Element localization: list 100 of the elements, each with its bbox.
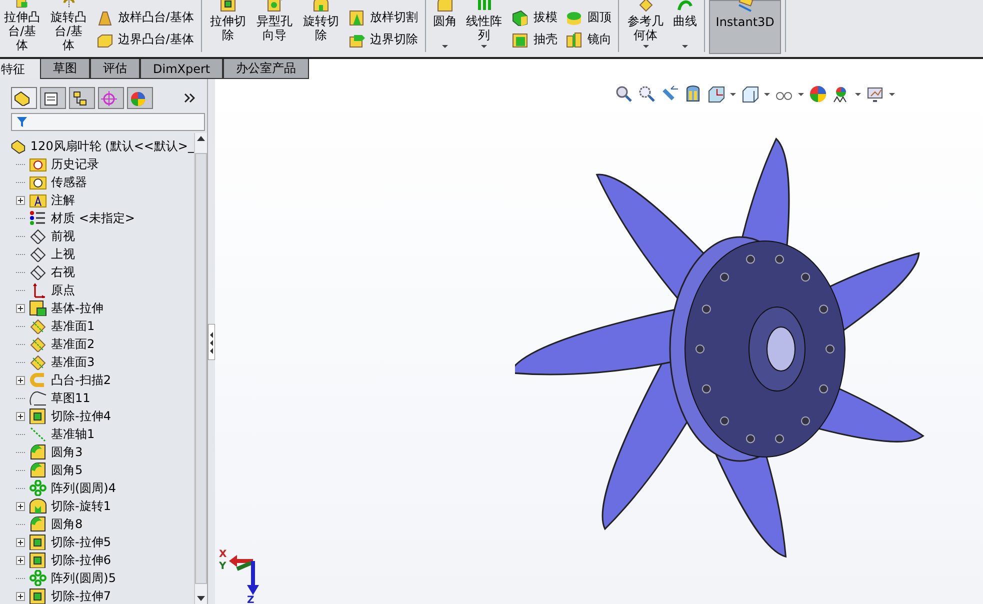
cut-icon [348, 10, 366, 26]
arrow-icon[interactable] [661, 85, 679, 103]
tab[interactable]: 办公室产品 [223, 59, 310, 79]
ribbon-button[interactable]: 抽壳 [511, 31, 558, 48]
down-arrow-icon[interactable] [197, 596, 205, 601]
folder-gauge-icon [29, 174, 47, 190]
tree-item[interactable]: 传感器 [51, 174, 87, 190]
expand-icon[interactable] [16, 412, 25, 420]
tree-item[interactable]: 切除-拉伸4 [51, 408, 111, 424]
expand-icon[interactable] [16, 196, 25, 204]
fillet-icon [29, 462, 47, 478]
expand-icon[interactable] [16, 376, 25, 384]
axis-label: Z [247, 595, 254, 604]
tree-item[interactable]: 基准面3 [51, 354, 95, 370]
cut-icon [29, 552, 47, 568]
ribbon-button[interactable]: 旋转凸台/基体 [46, 0, 91, 52]
tree-item[interactable]: 历史记录 [51, 156, 99, 172]
ribbon-button[interactable]: 拔模 [511, 9, 558, 26]
collapse-handle-icon[interactable] [208, 324, 215, 360]
tab[interactable]: 评估 [90, 59, 140, 79]
folder-clock-icon [29, 156, 47, 172]
ribbon-button[interactable]: 异型孔向导 [252, 0, 297, 52]
ribbon-button[interactable]: 圆顶 [565, 9, 612, 26]
tree-item[interactable]: 原点 [51, 282, 75, 298]
tree-item[interactable]: 圆角5 [51, 462, 83, 478]
bell-icon [96, 10, 114, 26]
caret-icon[interactable] [730, 92, 736, 96]
expand-icon[interactable] [16, 556, 25, 564]
ribbon-button[interactable]: 旋转切除 [298, 0, 343, 52]
tree-item[interactable]: 基体-拉伸 [51, 300, 104, 316]
caret-icon[interactable] [442, 45, 448, 48]
tree-item[interactable]: 上视 [51, 246, 75, 262]
block-icon [511, 10, 530, 26]
cylinder-icon[interactable] [684, 85, 702, 103]
caret-icon[interactable] [481, 45, 488, 48]
tree-item[interactable]: 切除-拉伸5 [51, 534, 111, 550]
cube-icon[interactable] [741, 85, 759, 103]
ribbon-button[interactable]: 参考几何体 [623, 0, 668, 52]
ribbon-button[interactable]: 拉伸凸台/基体 [0, 0, 44, 52]
ribbon-button[interactable]: 放样切割 [348, 9, 418, 26]
tree-item[interactable]: 基准面1 [51, 318, 95, 334]
ribbon-button[interactable]: Instant3D [708, 0, 782, 54]
plane-icon [29, 318, 47, 334]
tree-item[interactable]: 注解 [51, 192, 75, 208]
tree-item[interactable]: 120风扇叶轮 (默认<<默认>_ [30, 138, 194, 154]
ribbon-button[interactable]: 镜向 [565, 31, 612, 48]
caret-icon[interactable] [889, 92, 895, 96]
tab[interactable]: 特征 [0, 59, 40, 79]
axis-icon [29, 426, 47, 442]
color-ball-icon[interactable] [809, 85, 827, 103]
filter-field[interactable] [11, 113, 205, 131]
ribbon-button[interactable]: 边界切除 [348, 31, 418, 48]
tree-item[interactable]: 圆角3 [51, 444, 83, 460]
parts-icon [10, 138, 26, 154]
tree-item[interactable]: 切除-拉伸6 [51, 552, 111, 568]
up-arrow-icon[interactable] [197, 136, 205, 141]
tree-item[interactable]: 前视 [51, 228, 75, 244]
tree-item[interactable]: 切除-旋转1 [51, 498, 111, 514]
fillet-icon [436, 0, 454, 12]
magnifier-icon[interactable] [615, 85, 633, 103]
ribbon-button[interactable]: 边界凸台/基体 [96, 31, 194, 48]
scrollbar[interactable] [194, 133, 207, 604]
ribbon-button[interactable]: 曲线 [670, 0, 700, 52]
tree-item[interactable]: 切除-拉伸7 [51, 588, 111, 604]
caret-icon[interactable] [764, 92, 770, 96]
expand-icon[interactable] [16, 304, 25, 312]
tree-item[interactable]: 阵列(圆周)5 [51, 570, 116, 586]
panel-tab[interactable] [11, 87, 37, 109]
arch-icon [312, 0, 330, 12]
caret-icon[interactable] [798, 92, 804, 96]
tab[interactable]: 草图 [40, 59, 90, 79]
panel-tab[interactable] [69, 87, 95, 109]
tree-item[interactable]: 基准轴1 [51, 426, 95, 442]
axis-label: X [219, 549, 227, 560]
dome-icon [565, 10, 584, 26]
ribbon-button[interactable]: 放样凸台/基体 [96, 9, 194, 26]
caret-icon[interactable] [682, 45, 688, 48]
tree-item[interactable]: 材质 <未指定> [51, 210, 135, 226]
curve-icon [676, 0, 694, 12]
tree-item[interactable]: 右视 [51, 264, 75, 280]
expand-icon[interactable] [16, 538, 25, 546]
tree-item[interactable]: 圆角8 [51, 516, 83, 532]
plane-icon [636, 0, 655, 12]
expand-icon[interactable] [16, 592, 25, 600]
ribbon-button[interactable]: 拉伸切除 [206, 0, 250, 52]
tree-item[interactable]: 凸台-扫描2 [51, 372, 111, 388]
tab[interactable]: DimXpert [140, 59, 224, 79]
tree-item[interactable]: 草图11 [51, 390, 90, 406]
expand-icon[interactable] [16, 502, 25, 510]
plane-icon [29, 264, 47, 280]
cube-icon[interactable] [707, 85, 725, 103]
tree-item[interactable]: 阵列(圆周)4 [51, 480, 116, 496]
monitor-icon[interactable] [866, 85, 884, 103]
ribbon-button[interactable]: 圆角 [430, 0, 460, 52]
caret-icon[interactable] [642, 45, 649, 48]
caret-icon[interactable] [855, 92, 861, 96]
panel-tab[interactable] [40, 87, 66, 109]
magnifier-icon[interactable] [638, 85, 656, 103]
tree-item[interactable]: 基准面2 [51, 336, 95, 352]
ribbon-button[interactable]: 线性阵列 [462, 0, 506, 52]
